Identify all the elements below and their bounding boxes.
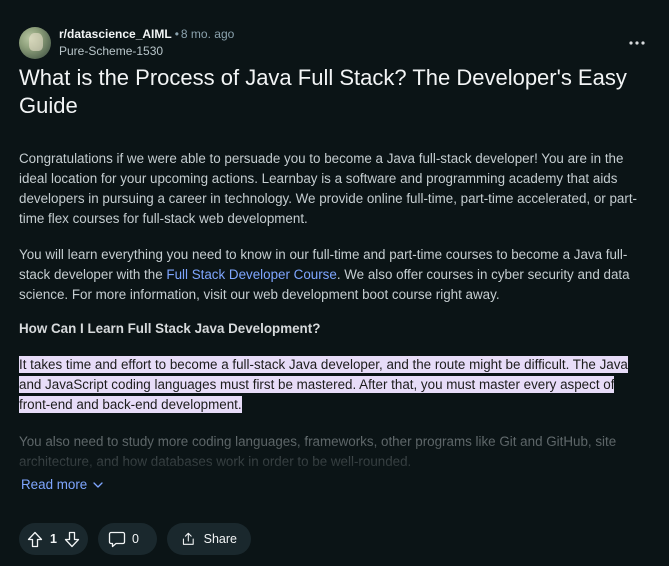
vote-control: 1 <box>19 523 88 555</box>
read-more-button[interactable]: Read more <box>21 477 103 492</box>
share-icon <box>182 532 194 545</box>
post-time: 8 mo. ago <box>180 27 235 41</box>
chevron-down-icon <box>93 481 103 488</box>
body-paragraph-highlighted: It takes time and effort to become a ful… <box>19 355 647 415</box>
subreddit-line: r/datascience_AIML • 8 mo. ago <box>59 27 234 42</box>
post-title[interactable]: What is the Process of Java Full Stack? … <box>19 64 639 120</box>
comment-icon <box>108 531 126 548</box>
share-button[interactable]: Share <box>167 523 251 555</box>
comment-count: 0 <box>132 532 139 546</box>
comments-button[interactable]: 0 <box>98 523 157 555</box>
body-heading: How Can I Learn Full Stack Java Developm… <box>19 321 321 336</box>
overflow-menu-icon <box>629 41 645 45</box>
downvote-button[interactable] <box>64 531 80 548</box>
post-body: Congratulations if we were able to persu… <box>19 149 647 415</box>
share-label: Share <box>203 532 237 546</box>
upvote-button[interactable] <box>27 531 43 548</box>
selected-text: It takes time and effort to become a ful… <box>19 356 628 413</box>
overflow-menu-button[interactable] <box>625 33 649 53</box>
course-link[interactable]: Full Stack Developer Course <box>166 267 336 282</box>
subreddit-avatar[interactable] <box>19 27 51 59</box>
truncated-content: You also need to study more coding langu… <box>19 432 647 470</box>
subreddit-link[interactable]: r/datascience_AIML <box>59 27 172 41</box>
author-link[interactable]: Pure-Scheme-1530 <box>59 44 234 59</box>
read-more-label: Read more <box>21 477 88 492</box>
post-actions: 1 0 Share <box>19 523 251 555</box>
upvote-icon <box>27 531 43 547</box>
body-paragraph: You will learn everything you need to kn… <box>19 245 647 305</box>
vote-count: 1 <box>50 532 57 546</box>
meta-separator: • <box>174 27 179 41</box>
downvote-icon <box>64 531 80 547</box>
body-paragraph-faded: You also need to study more coding langu… <box>19 434 617 469</box>
post-meta: r/datascience_AIML • 8 mo. ago Pure-Scheme… <box>59 27 234 59</box>
body-paragraph: Congratulations if we were able to persu… <box>19 151 638 226</box>
post-header: r/datascience_AIML • 8 mo. ago Pure-Scheme… <box>19 27 649 61</box>
